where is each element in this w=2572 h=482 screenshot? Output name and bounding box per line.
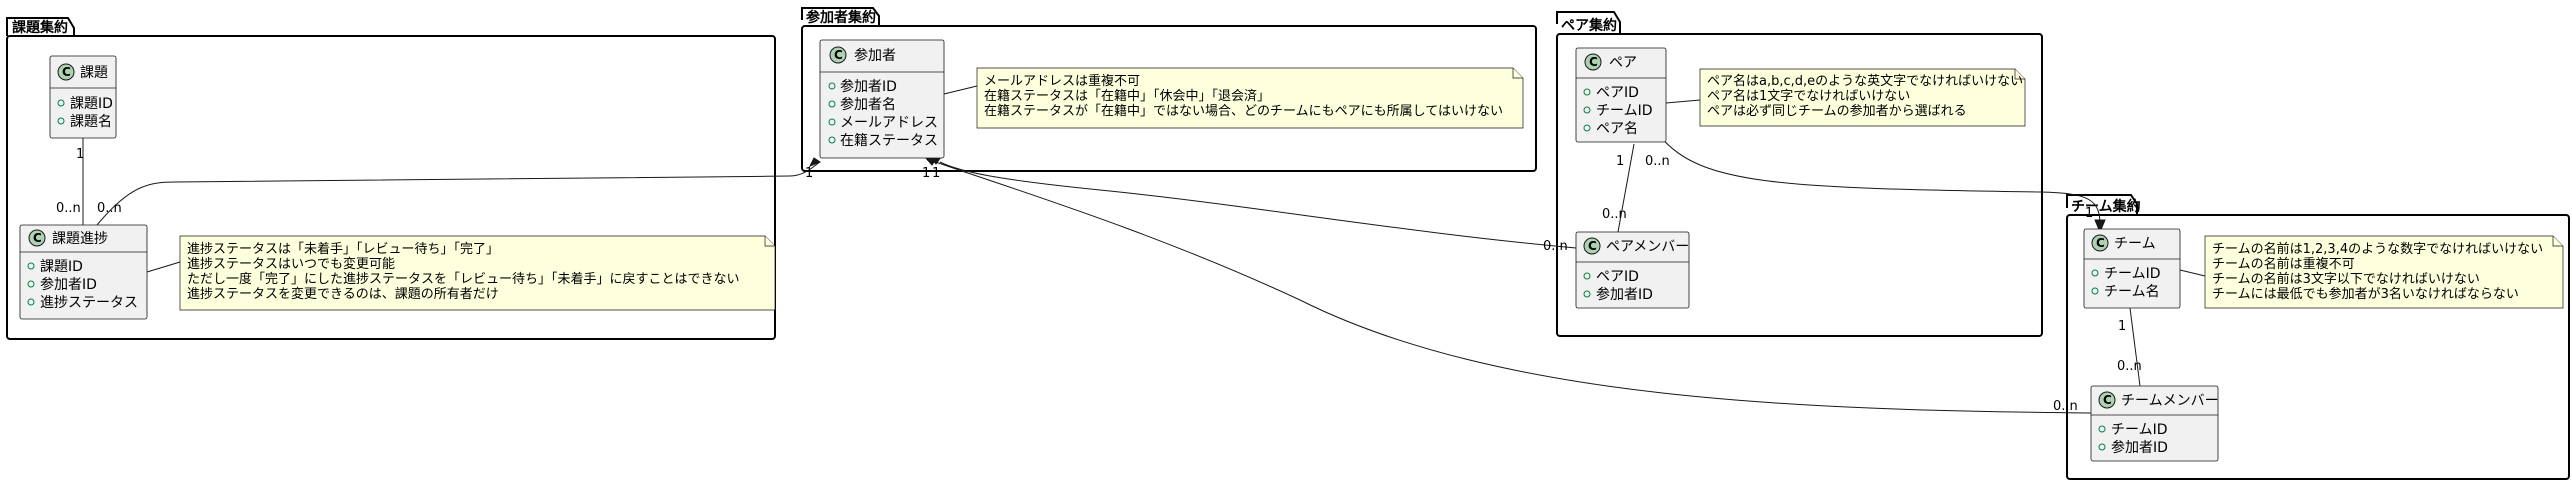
note-team: チームの名前は1,2,3,4のような数字でなければいけない チームの名前は重複不… — [2204, 235, 2564, 309]
class-name: チームメンバー — [2121, 393, 2219, 409]
mult-teammember-sankasha-many: 0..n — [2053, 399, 2078, 414]
class-attr: 参加者名 — [840, 96, 896, 113]
mult-pairmember-many: 0..n — [1602, 207, 1627, 222]
mult-shinchoku-many: 0..n — [97, 201, 122, 216]
svg-text:C: C — [62, 65, 71, 79]
class-attr: 課題ID — [40, 259, 83, 275]
class-name: 課題進捗 — [52, 231, 108, 247]
mult-sankasha-one-middle: 1 — [922, 166, 930, 181]
note-line: 在籍ステータスが「在籍中」ではない場合、どのチームにもペアにも所属してはいけない — [984, 103, 1503, 119]
mult-team-one: 1 — [2118, 319, 2126, 334]
svg-text:C: C — [33, 231, 42, 245]
note-line: メールアドレスは重複不可 — [984, 73, 1140, 89]
class-name: チーム — [2114, 236, 2156, 252]
mult-pair-one: 1 — [1616, 154, 1624, 169]
class-attr: 参加者ID — [840, 78, 897, 95]
class-attr: 参加者ID — [1596, 286, 1653, 303]
note-kadai-shinchoku: 進捗ステータスは「未着手」「レビュー待ち」「完了」 進捗ステータスはいつでも変更… — [179, 235, 776, 311]
package-kadai-title: 課題集約 — [12, 19, 68, 36]
class-attr: チームID — [1596, 103, 1653, 119]
class-attr: 課題名 — [70, 114, 112, 130]
class-attr: メールアドレス — [840, 115, 938, 131]
class-name: 課題 — [80, 65, 108, 81]
mult-kadai-one: 1 — [76, 147, 84, 162]
note-line: 進捗ステータスは「未着手」「レビュー待ち」「完了」 — [187, 241, 499, 257]
class-attr: ペアID — [1596, 85, 1639, 101]
svg-text:C: C — [1589, 55, 1598, 69]
mult-pairmember-sankasha-many: 0..n — [1543, 239, 1568, 254]
note-sankasha: メールアドレスは重複不可 在籍ステータスは「在籍中」「休会中」「退会済」 在籍ス… — [976, 67, 1524, 129]
svg-text:C: C — [2096, 236, 2105, 250]
class-name: ペア — [1609, 55, 1637, 71]
svg-text:C: C — [1588, 239, 1597, 253]
class-team[interactable]: C チーム チームID チーム名 — [2083, 228, 2181, 309]
mult-kadai-many: 0..n — [56, 201, 81, 216]
note-line: チームの名前は重複不可 — [2212, 256, 2355, 272]
mult-team-one-top: 1 — [2085, 206, 2093, 221]
class-name: ペアメンバー — [1606, 239, 1689, 255]
mult-sankasha-one-left: 1 — [805, 166, 813, 181]
class-attr: チームID — [2111, 422, 2168, 438]
mult-pair-team-many: 0..n — [1645, 154, 1670, 169]
note-line: ただし一度「完了」にした進捗ステータスを「レビュー待ち」「未着手」に戻すことはで… — [187, 271, 740, 287]
note-line: チームには最低でも参加者が3名いなければならない — [2212, 286, 2519, 302]
class-attr: 進捗ステータス — [40, 295, 138, 311]
package-team-title: チーム集約 — [2071, 198, 2141, 215]
class-attr: 参加者ID — [40, 276, 97, 293]
note-line: 進捗ステータスはいつでも変更可能 — [187, 256, 395, 272]
package-pair-title: ペア集約 — [1561, 17, 1617, 34]
class-attr: チームID — [2104, 266, 2161, 282]
class-name: 参加者 — [854, 47, 896, 64]
class-pair[interactable]: C ペア ペアID チームID ペア名 — [1575, 47, 1667, 143]
note-line: 在籍ステータスは「在籍中」「休会中」「退会済」 — [984, 88, 1270, 104]
note-line: ペア名はa,b,c,d,eのような英文字でなければいけない — [1707, 73, 2023, 89]
class-diagram: 課題集約 参加者集約 ペア集約 チーム集約 1 0..n 0..n 1 1 0.… — [6, 7, 2570, 480]
mult-sankasha-one-right: 1 — [932, 166, 940, 181]
mult-teammember-many: 0..n — [2117, 359, 2142, 374]
note-line: ペアは必ず同じチームの参加者から選ばれる — [1707, 103, 1967, 119]
class-attr: ペア名 — [1596, 121, 1638, 137]
svg-text:C: C — [2103, 393, 2112, 407]
class-attr: 在籍ステータス — [840, 132, 938, 149]
svg-text:C: C — [834, 48, 843, 62]
class-kadai[interactable]: C 課題 課題ID 課題名 — [49, 55, 117, 139]
edge-pairmember-sankasha — [939, 161, 1577, 249]
class-attr: 課題ID — [70, 96, 113, 112]
note-line: チームの名前は1,2,3,4のような数字でなければいけない — [2212, 241, 2543, 257]
note-pair: ペア名はa,b,c,d,eのような英文字でなければいけない ペア名は1文字でなけ… — [1699, 68, 2026, 127]
class-team-member[interactable]: C チームメンバー チームID 参加者ID — [2090, 385, 2219, 462]
class-pair-member[interactable]: C ペアメンバー ペアID 参加者ID — [1575, 231, 1690, 309]
note-line: 進捗ステータスを変更できるのは、課題の所有者だけ — [187, 286, 499, 302]
package-sankasha-title: 参加者集約 — [806, 9, 876, 26]
note-line: ペア名は1文字でなければいけない — [1707, 88, 1910, 104]
class-attr: チーム名 — [2104, 284, 2160, 300]
class-kadai-shinchoku[interactable]: C 課題進捗 課題ID 参加者ID 進捗ステータス — [19, 224, 148, 320]
class-sankasha[interactable]: C 参加者 参加者ID 参加者名 メールアドレス 在籍ステータス — [819, 39, 945, 159]
note-line: チームの名前は3文字以下でなければいけない — [2212, 271, 2480, 287]
class-attr: 参加者ID — [2111, 439, 2168, 456]
class-attr: ペアID — [1596, 269, 1639, 285]
